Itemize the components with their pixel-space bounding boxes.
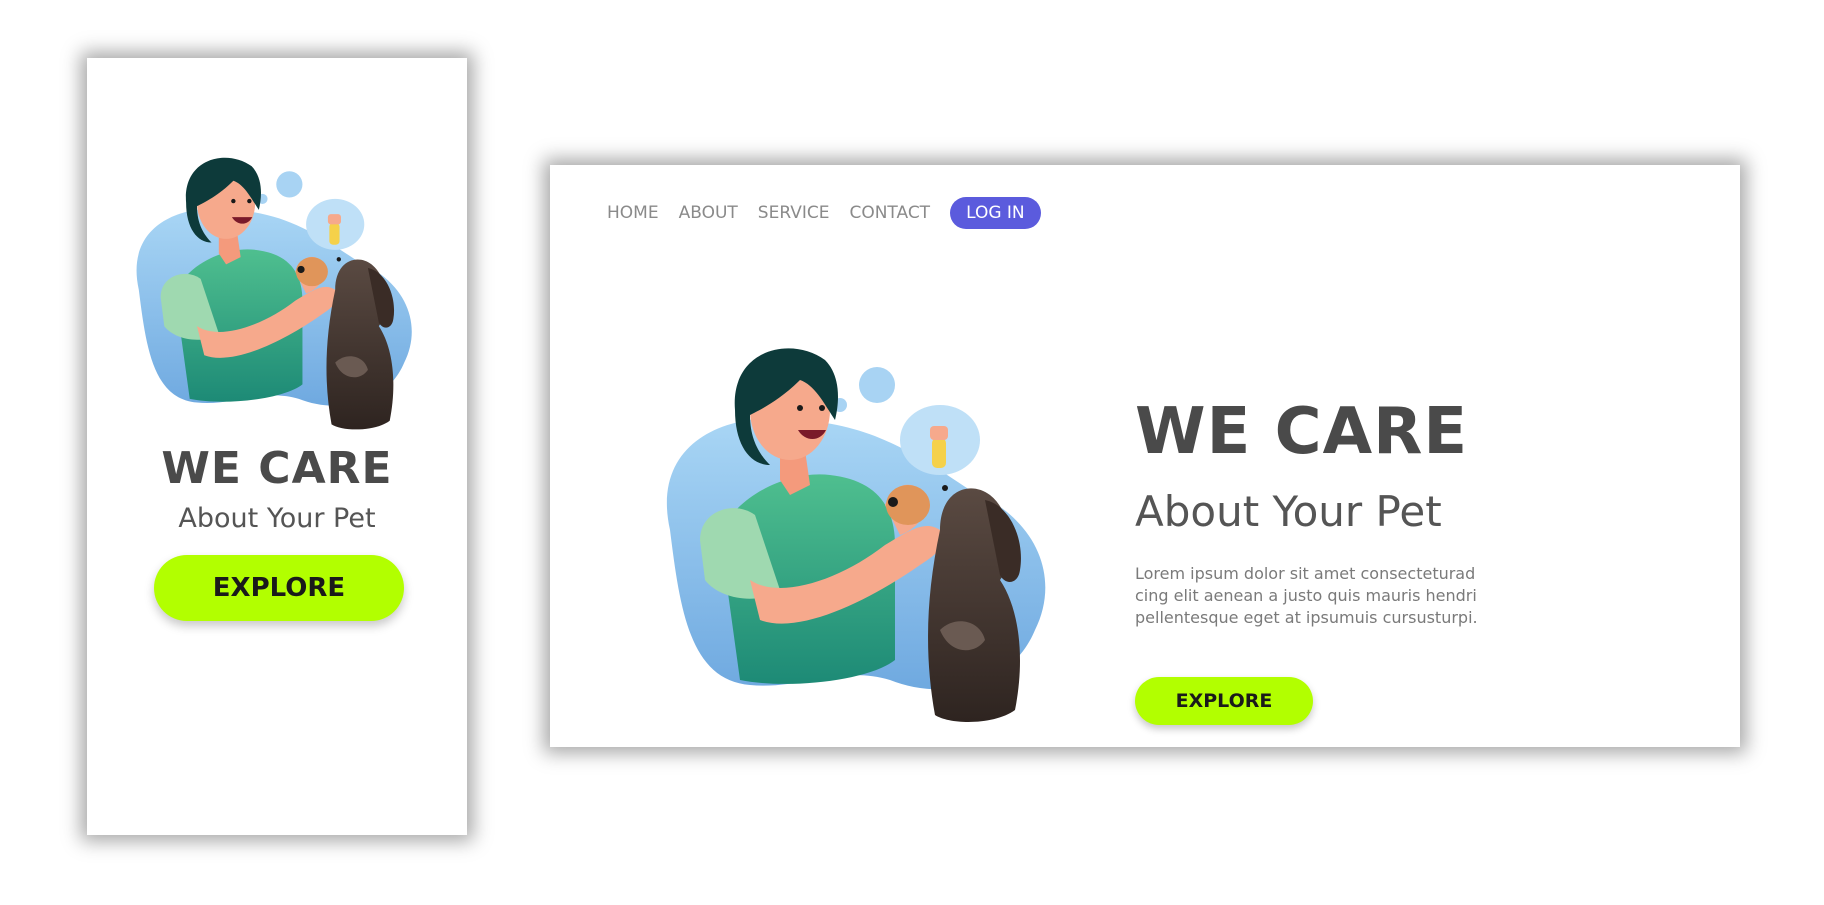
login-button[interactable]: LOG IN xyxy=(950,197,1041,229)
mobile-subheadline: About Your Pet xyxy=(178,503,376,534)
desktop-body-text: Lorem ipsum dolor sit amet consecteturad… xyxy=(1135,563,1535,629)
nav-contact[interactable]: CONTACT xyxy=(849,203,930,223)
desktop-subheadline: About Your Pet xyxy=(1135,487,1442,536)
nav-home[interactable]: HOME xyxy=(607,203,659,223)
body-line: cing elit aenean a justo quis mauris hen… xyxy=(1135,586,1477,605)
mobile-mockup: WE CARE About Your Pet EXPLORE xyxy=(87,58,467,835)
desktop-explore-button[interactable]: EXPLORE xyxy=(1135,677,1313,725)
pet-care-illustration xyxy=(640,330,1080,725)
mobile-headline: WE CARE xyxy=(161,443,393,494)
desktop-mockup: HOME ABOUT SERVICE CONTACT LOG IN WE CAR… xyxy=(550,165,1740,747)
body-line: Lorem ipsum dolor sit amet consecteturad xyxy=(1135,564,1476,583)
desktop-headline: WE CARE xyxy=(1135,395,1469,469)
top-nav: HOME ABOUT SERVICE CONTACT LOG IN xyxy=(607,197,1041,229)
nav-service[interactable]: SERVICE xyxy=(758,203,830,223)
nav-about[interactable]: ABOUT xyxy=(679,203,738,223)
body-line: pellentesque eget at ipsumuis cursusturp… xyxy=(1135,608,1478,627)
mobile-explore-button[interactable]: EXPLORE xyxy=(154,555,404,621)
pet-care-illustration xyxy=(117,138,437,438)
